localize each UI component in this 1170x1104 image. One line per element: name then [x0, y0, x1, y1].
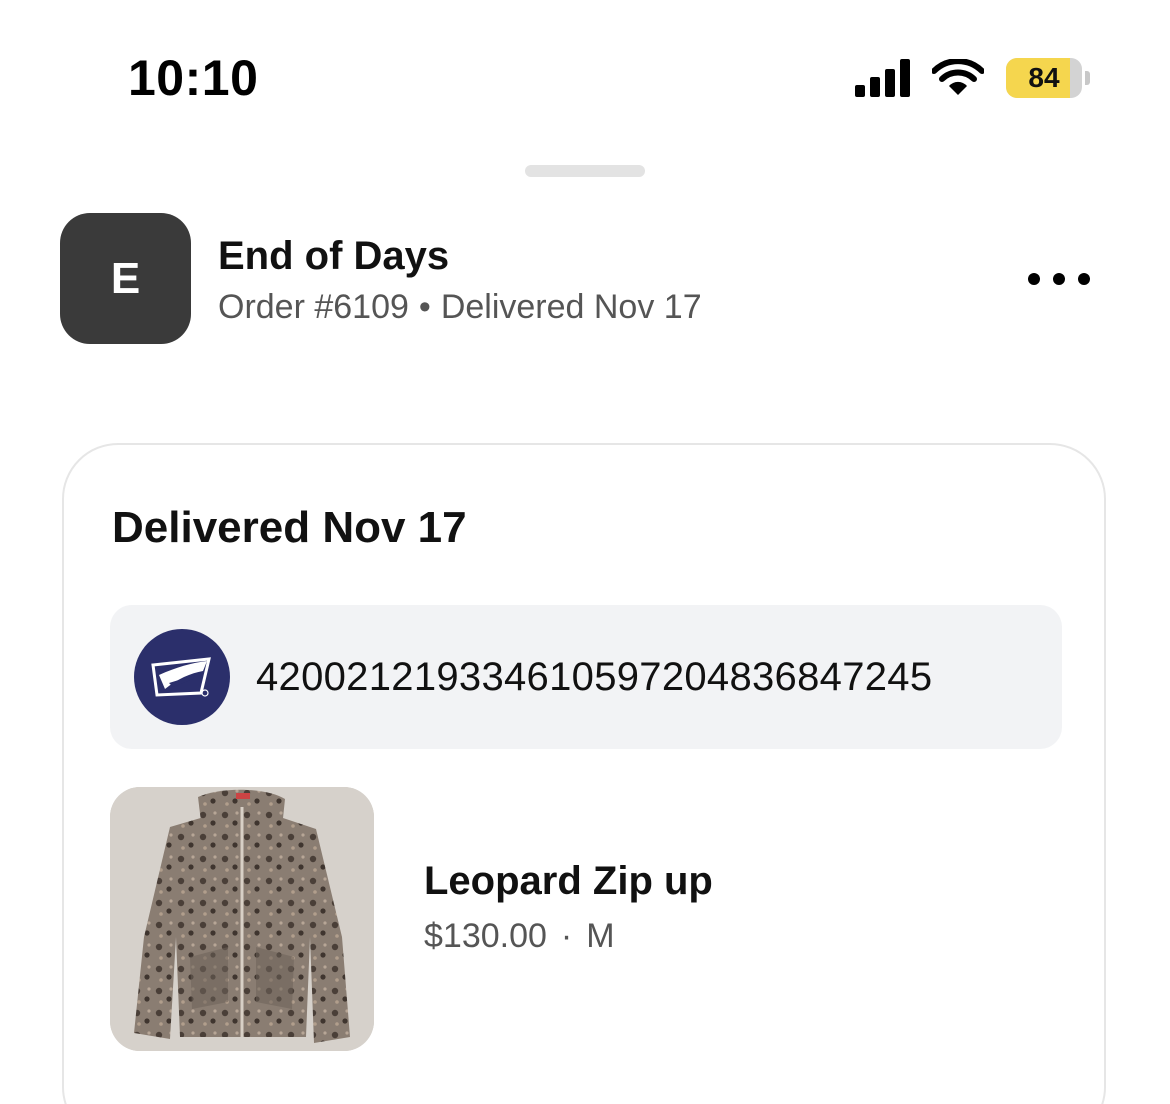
- more-options-button[interactable]: [1028, 262, 1090, 296]
- battery-level-text: 84: [1028, 62, 1060, 93]
- leopard-zip-hoodie-image[interactable]: [110, 787, 374, 1051]
- status-icons: 84: [855, 56, 1090, 100]
- cellular-signal-icon: [855, 59, 910, 97]
- tracking-row[interactable]: 420021219334610597204836847245: [110, 605, 1062, 749]
- product-title[interactable]: Leopard Zip up: [424, 857, 713, 905]
- more-horizontal-icon: [1028, 273, 1090, 285]
- meta-separator: •: [418, 288, 431, 326]
- sheet-drag-handle[interactable]: [525, 165, 645, 177]
- usps-eagle-icon: [134, 629, 230, 725]
- product-meta: $130.00 · M: [424, 915, 615, 957]
- order-number: Order #6109: [218, 288, 409, 326]
- product-price: $130.00: [424, 917, 547, 955]
- battery-indicator: 84: [1006, 58, 1082, 98]
- delivery-status: Delivered Nov 17: [440, 288, 702, 326]
- shipment-card: Delivered Nov 17 42002121933461059720483…: [62, 443, 1106, 1104]
- product-size: M: [586, 917, 615, 955]
- product-meta-separator: ·: [560, 917, 573, 955]
- shipment-title: Delivered Nov 17: [112, 503, 467, 552]
- order-meta: Order #6109 • Delivered Nov 17: [218, 286, 702, 328]
- tracking-number[interactable]: 420021219334610597204836847245: [256, 653, 932, 701]
- shop-avatar-letter: E: [110, 253, 141, 303]
- wifi-icon: [932, 59, 984, 95]
- shop-name[interactable]: End of Days: [218, 233, 449, 279]
- battery-cap: [1085, 71, 1090, 85]
- shop-avatar[interactable]: E: [60, 213, 191, 344]
- order-detail-sheet: 10:10 84 E End of Days Order #6109 • Del…: [0, 0, 1170, 1104]
- status-time: 10:10: [128, 50, 259, 106]
